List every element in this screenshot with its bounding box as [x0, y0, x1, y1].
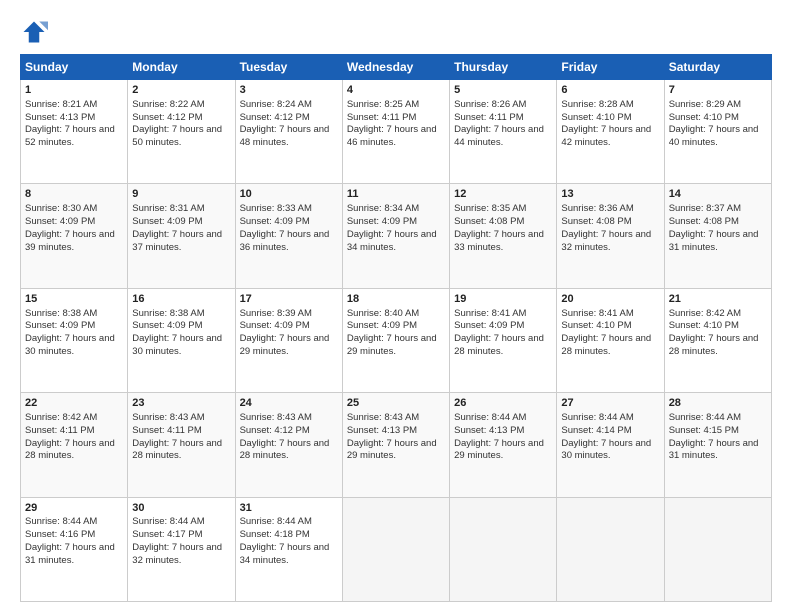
day-number: 7: [669, 83, 767, 98]
day-number: 16: [132, 292, 230, 307]
calendar-cell: 3Sunrise: 8:24 AMSunset: 4:12 PMDaylight…: [235, 80, 342, 184]
day-number: 19: [454, 292, 552, 307]
day-number: 4: [347, 83, 445, 98]
calendar-cell: 23Sunrise: 8:43 AMSunset: 4:11 PMDayligh…: [128, 393, 235, 497]
day-number: 23: [132, 396, 230, 411]
day-number: 14: [669, 187, 767, 202]
calendar-cell: 16Sunrise: 8:38 AMSunset: 4:09 PMDayligh…: [128, 288, 235, 392]
calendar-table: SundayMondayTuesdayWednesdayThursdayFrid…: [20, 54, 772, 602]
logo-icon: [20, 18, 48, 46]
day-number: 21: [669, 292, 767, 307]
day-number: 30: [132, 501, 230, 516]
col-header-wednesday: Wednesday: [342, 55, 449, 80]
calendar-cell: 12Sunrise: 8:35 AMSunset: 4:08 PMDayligh…: [450, 184, 557, 288]
calendar-cell: 31Sunrise: 8:44 AMSunset: 4:18 PMDayligh…: [235, 497, 342, 601]
calendar-cell: 24Sunrise: 8:43 AMSunset: 4:12 PMDayligh…: [235, 393, 342, 497]
day-number: 2: [132, 83, 230, 98]
day-number: 1: [25, 83, 123, 98]
day-number: 11: [347, 187, 445, 202]
calendar-cell: 30Sunrise: 8:44 AMSunset: 4:17 PMDayligh…: [128, 497, 235, 601]
calendar-cell: 18Sunrise: 8:40 AMSunset: 4:09 PMDayligh…: [342, 288, 449, 392]
day-number: 15: [25, 292, 123, 307]
day-number: 3: [240, 83, 338, 98]
calendar-cell: 26Sunrise: 8:44 AMSunset: 4:13 PMDayligh…: [450, 393, 557, 497]
calendar-cell: [342, 497, 449, 601]
calendar-cell: 1Sunrise: 8:21 AMSunset: 4:13 PMDaylight…: [21, 80, 128, 184]
calendar-cell: 13Sunrise: 8:36 AMSunset: 4:08 PMDayligh…: [557, 184, 664, 288]
day-number: 13: [561, 187, 659, 202]
calendar-cell: 17Sunrise: 8:39 AMSunset: 4:09 PMDayligh…: [235, 288, 342, 392]
header: [20, 18, 772, 46]
calendar-cell: 10Sunrise: 8:33 AMSunset: 4:09 PMDayligh…: [235, 184, 342, 288]
day-number: 25: [347, 396, 445, 411]
day-number: 31: [240, 501, 338, 516]
day-number: 9: [132, 187, 230, 202]
day-number: 26: [454, 396, 552, 411]
col-header-thursday: Thursday: [450, 55, 557, 80]
day-number: 18: [347, 292, 445, 307]
calendar-cell: 22Sunrise: 8:42 AMSunset: 4:11 PMDayligh…: [21, 393, 128, 497]
calendar-cell: [664, 497, 771, 601]
day-number: 22: [25, 396, 123, 411]
col-header-sunday: Sunday: [21, 55, 128, 80]
calendar-cell: 2Sunrise: 8:22 AMSunset: 4:12 PMDaylight…: [128, 80, 235, 184]
day-number: 27: [561, 396, 659, 411]
day-number: 20: [561, 292, 659, 307]
logo: [20, 18, 52, 46]
page: SundayMondayTuesdayWednesdayThursdayFrid…: [0, 0, 792, 612]
calendar-cell: 9Sunrise: 8:31 AMSunset: 4:09 PMDaylight…: [128, 184, 235, 288]
calendar-cell: 21Sunrise: 8:42 AMSunset: 4:10 PMDayligh…: [664, 288, 771, 392]
calendar-cell: 20Sunrise: 8:41 AMSunset: 4:10 PMDayligh…: [557, 288, 664, 392]
calendar-cell: 8Sunrise: 8:30 AMSunset: 4:09 PMDaylight…: [21, 184, 128, 288]
day-number: 12: [454, 187, 552, 202]
day-number: 28: [669, 396, 767, 411]
calendar-cell: 27Sunrise: 8:44 AMSunset: 4:14 PMDayligh…: [557, 393, 664, 497]
calendar-cell: 6Sunrise: 8:28 AMSunset: 4:10 PMDaylight…: [557, 80, 664, 184]
calendar-cell: 19Sunrise: 8:41 AMSunset: 4:09 PMDayligh…: [450, 288, 557, 392]
calendar-cell: [557, 497, 664, 601]
calendar-cell: 5Sunrise: 8:26 AMSunset: 4:11 PMDaylight…: [450, 80, 557, 184]
col-header-monday: Monday: [128, 55, 235, 80]
col-header-tuesday: Tuesday: [235, 55, 342, 80]
col-header-saturday: Saturday: [664, 55, 771, 80]
col-header-friday: Friday: [557, 55, 664, 80]
calendar-cell: 15Sunrise: 8:38 AMSunset: 4:09 PMDayligh…: [21, 288, 128, 392]
calendar-cell: 25Sunrise: 8:43 AMSunset: 4:13 PMDayligh…: [342, 393, 449, 497]
day-number: 24: [240, 396, 338, 411]
calendar-cell: [450, 497, 557, 601]
calendar-cell: 28Sunrise: 8:44 AMSunset: 4:15 PMDayligh…: [664, 393, 771, 497]
day-number: 17: [240, 292, 338, 307]
calendar-cell: 7Sunrise: 8:29 AMSunset: 4:10 PMDaylight…: [664, 80, 771, 184]
day-number: 29: [25, 501, 123, 516]
day-number: 8: [25, 187, 123, 202]
day-number: 5: [454, 83, 552, 98]
day-number: 10: [240, 187, 338, 202]
calendar-cell: 11Sunrise: 8:34 AMSunset: 4:09 PMDayligh…: [342, 184, 449, 288]
day-number: 6: [561, 83, 659, 98]
calendar-cell: 29Sunrise: 8:44 AMSunset: 4:16 PMDayligh…: [21, 497, 128, 601]
calendar-cell: 4Sunrise: 8:25 AMSunset: 4:11 PMDaylight…: [342, 80, 449, 184]
calendar-cell: 14Sunrise: 8:37 AMSunset: 4:08 PMDayligh…: [664, 184, 771, 288]
